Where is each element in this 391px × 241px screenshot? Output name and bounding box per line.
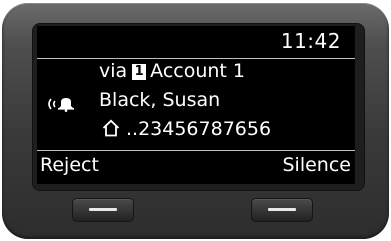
- account-name: Account 1: [150, 60, 246, 82]
- minus-icon: [268, 208, 296, 211]
- account-line: via 1 Account 1: [99, 60, 245, 82]
- ringing-bell-icon: [48, 98, 74, 112]
- silence-softkey-label[interactable]: Silence: [283, 154, 352, 176]
- right-softkey-button[interactable]: [251, 198, 313, 222]
- caller-number-line: ..23456787656: [102, 118, 271, 140]
- softkey-bar: Reject Silence: [37, 150, 355, 184]
- left-softkey-button[interactable]: [72, 198, 134, 222]
- account-badge: 1: [132, 64, 147, 80]
- caller-name: Black, Susan: [99, 89, 221, 111]
- reject-softkey-label[interactable]: Reject: [40, 154, 99, 176]
- via-label: via: [99, 60, 128, 82]
- home-icon: [102, 119, 120, 137]
- display-screen: 11:42 via 1 Account 1 Black, Susan ..23456…: [37, 26, 355, 184]
- caller-number: ..23456787656: [126, 118, 272, 140]
- status-bar: 11:42: [37, 26, 355, 59]
- clock: 11:42: [280, 29, 341, 53]
- minus-icon: [89, 208, 117, 211]
